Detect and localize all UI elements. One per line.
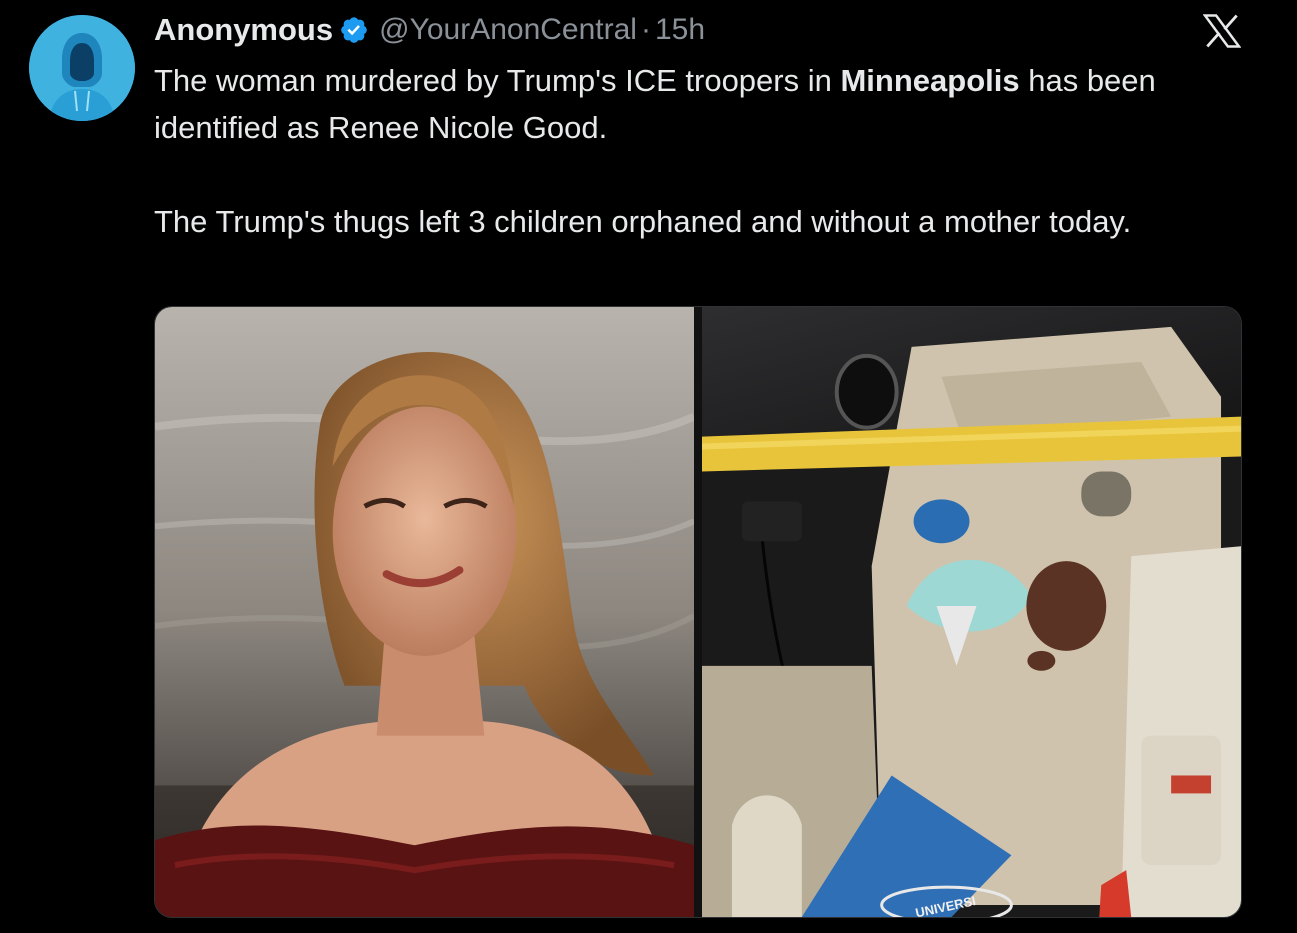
avatar[interactable] xyxy=(29,15,135,121)
separator-dot: · xyxy=(640,13,651,46)
car-interior-photo[interactable]: UNIVERSI xyxy=(702,307,1241,917)
tweet-header: Anonymous @YourAnonCentral · 15h xyxy=(154,10,705,50)
tweet-text: The woman murdered by Trump's ICE troope… xyxy=(154,57,1214,245)
x-logo-icon xyxy=(1203,14,1241,48)
location-mention: Minneapolis xyxy=(840,63,1020,98)
post-timestamp[interactable]: 15h xyxy=(655,13,705,47)
hooded-figure-avatar-image xyxy=(29,15,135,121)
tweet-media-grid: UNIVERSI xyxy=(154,306,1242,918)
tweet-text-segment: The woman murdered by Trump's ICE troope… xyxy=(154,63,841,98)
verified-badge-icon xyxy=(339,15,369,45)
user-handle[interactable]: @YourAnonCentral xyxy=(379,13,637,47)
display-name[interactable]: Anonymous xyxy=(154,12,333,48)
woman-portrait-photo[interactable] xyxy=(155,307,694,917)
tweet-paragraph-2: The Trump's thugs left 3 children orphan… xyxy=(154,204,1132,239)
tweet-paragraph-1: The woman murdered by Trump's ICE troope… xyxy=(154,57,1214,151)
